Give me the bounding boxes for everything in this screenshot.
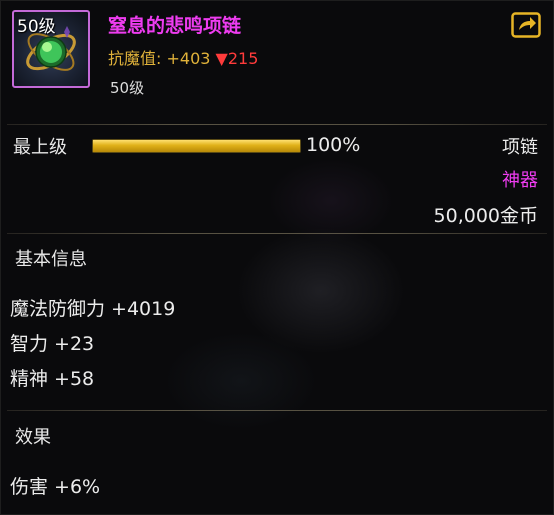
stat-spirit: 精神 +58 <box>10 368 95 390</box>
item-icon-frame[interactable]: 50级 <box>12 10 90 88</box>
divider <box>7 124 547 125</box>
item-type: 项链 <box>502 137 538 158</box>
resistance-label: 抗魔值: <box>108 49 162 68</box>
item-price: 50,000金币 <box>433 205 538 227</box>
item-level-badge: 50级 <box>17 17 56 37</box>
stat-intelligence: 智力 +23 <box>10 333 95 355</box>
basic-info-title: 基本信息 <box>15 249 87 270</box>
upgrade-progress-bar <box>92 139 301 153</box>
upgrade-progress-fill <box>93 140 300 152</box>
stat-magic-defense: 魔法防御力 +4019 <box>10 298 176 320</box>
divider <box>7 233 547 234</box>
export-button[interactable] <box>511 12 541 38</box>
resistance-diff-value: 215 <box>227 49 259 68</box>
export-arrow-icon <box>511 12 541 38</box>
item-level-text: 50级 <box>110 79 145 97</box>
resistance-value: +403 <box>166 49 211 68</box>
item-name: 窒息的悲鸣项链 <box>108 15 242 37</box>
upgrade-label: 最上级 <box>13 137 67 158</box>
decrease-arrow-icon: ▼ <box>215 49 228 68</box>
effect-damage: 伤害 +6% <box>10 476 101 498</box>
item-rarity: 神器 <box>502 170 538 191</box>
item-tooltip: 50级 窒息的悲鸣项链 抗魔值: +403 ▼215 50级 最上级 100% … <box>0 0 554 515</box>
upgrade-percent: 100% <box>306 134 361 156</box>
divider <box>7 410 547 411</box>
resistance-line: 抗魔值: +403 ▼215 <box>108 45 258 69</box>
effects-title: 效果 <box>15 427 51 448</box>
